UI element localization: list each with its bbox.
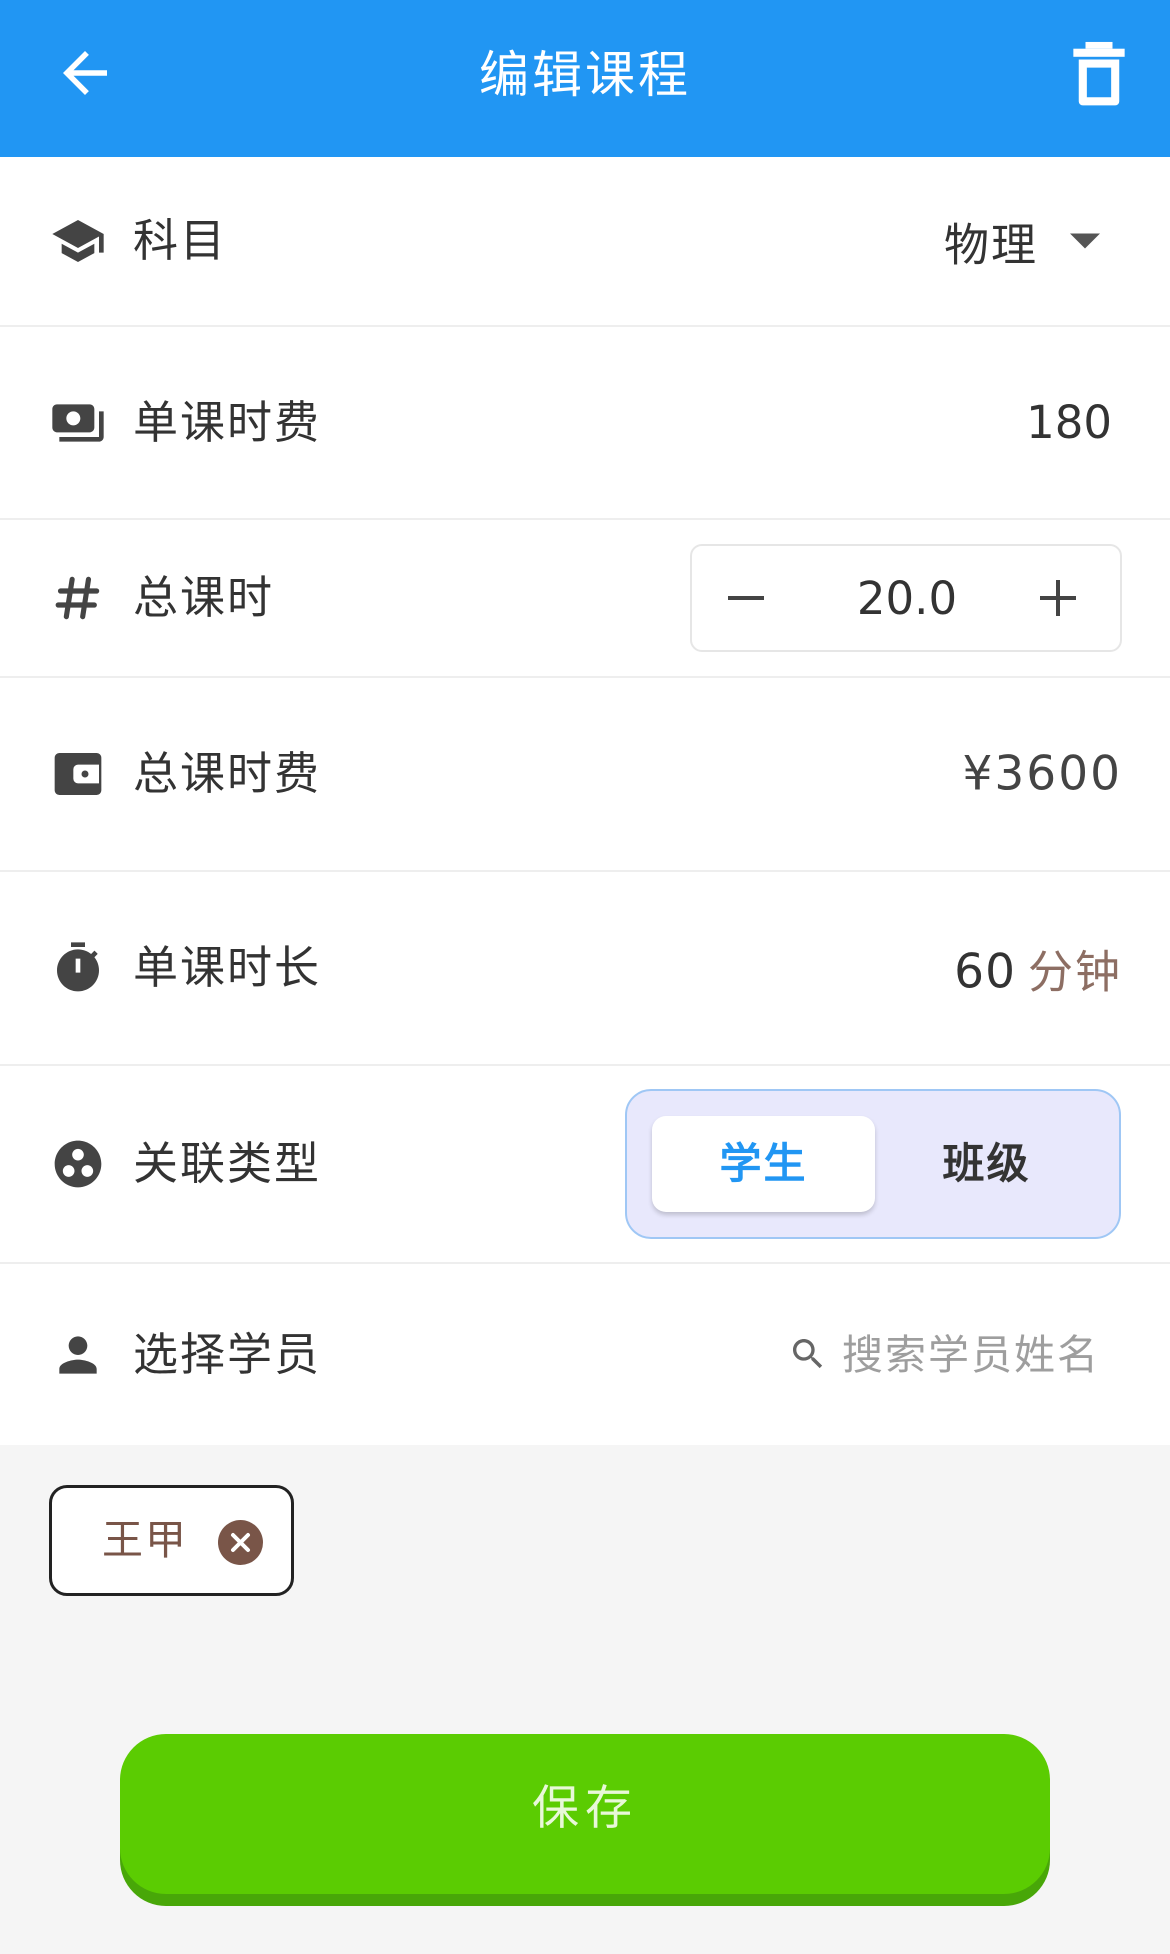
caret-down-icon — [1070, 233, 1100, 249]
rate-row: 单课时费 — [0, 327, 1170, 520]
increment-button[interactable] — [1040, 578, 1080, 618]
subject-row: 科目 物理 — [0, 157, 1170, 327]
student-chip-label: 王甲 — [102, 1516, 188, 1564]
wallet-icon — [54, 753, 102, 795]
hash-icon — [55, 576, 100, 620]
duration-number: 60 — [954, 944, 1016, 1000]
link-type-row: 关联类型 学生 班级 — [0, 1066, 1170, 1264]
person-icon — [59, 1335, 97, 1374]
duration-unit: 分钟 — [1027, 945, 1122, 999]
payments-icon — [52, 403, 104, 442]
search-icon — [793, 1338, 823, 1368]
save-button[interactable]: 保存 — [120, 1734, 1050, 1894]
student-search — [780, 1319, 1142, 1390]
select-student-label: 选择学员 — [133, 1327, 322, 1381]
timer-icon — [57, 942, 99, 992]
segment-student[interactable]: 学生 — [652, 1116, 875, 1212]
hours-input[interactable] — [802, 560, 1012, 636]
trash-icon[interactable] — [1072, 40, 1126, 106]
close-icon — [231, 1533, 250, 1552]
hours-stepper — [690, 544, 1122, 652]
total-hours-label: 总课时 — [133, 571, 275, 624]
course-form: 科目 物理 单课时费 总课时 总课时费 ¥3600 — [0, 157, 1170, 1445]
student-chip: 王甲 — [49, 1485, 294, 1596]
duration-value[interactable]: 60 分钟 — [954, 936, 1122, 1001]
student-search-input[interactable] — [842, 1319, 1142, 1390]
app-bar: 编辑课程 — [0, 0, 1170, 157]
total-fee-label: 总课时费 — [133, 747, 322, 800]
page-title: 编辑课程 — [479, 46, 691, 104]
total-fee-row: 总课时费 ¥3600 — [0, 678, 1170, 872]
subject-dropdown[interactable]: 物理 — [944, 209, 1100, 274]
link-type-label: 关联类型 — [133, 1137, 322, 1190]
select-student-row: 选择学员 — [0, 1264, 1170, 1445]
rate-input[interactable] — [852, 387, 1112, 458]
duration-label: 单课时长 — [133, 941, 322, 994]
segment-class[interactable]: 班级 — [875, 1116, 1098, 1212]
total-hours-row: 总课时 — [0, 520, 1170, 678]
total-fee-value: ¥3600 — [962, 746, 1122, 802]
link-type-segmented-control: 学生 班级 — [625, 1089, 1121, 1239]
school-cap-icon — [52, 220, 104, 262]
subject-value: 物理 — [943, 218, 1038, 272]
group-work-icon — [54, 1140, 102, 1188]
subject-label: 科目 — [133, 214, 228, 267]
decrement-button[interactable] — [728, 578, 768, 618]
remove-chip-button[interactable] — [218, 1520, 263, 1565]
rate-label: 单课时费 — [133, 395, 322, 449]
duration-row: 单课时长 60 分钟 — [0, 872, 1170, 1066]
